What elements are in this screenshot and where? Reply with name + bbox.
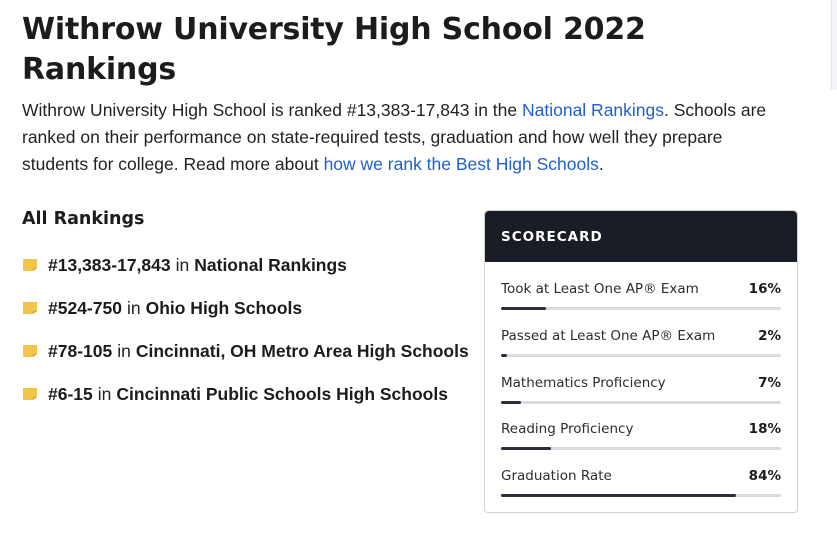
intro-text-1: Withrow University High School is ranked… xyxy=(22,100,522,120)
ribbon-badge-icon xyxy=(23,301,37,314)
metric-value: 2% xyxy=(758,327,781,344)
scorecard-panel: SCORECARD Took at Least One AP® Exam 16% … xyxy=(484,210,798,513)
scorecard-heading: SCORECARD xyxy=(485,211,797,262)
metric-value: 16% xyxy=(748,281,781,297)
metric-row: Graduation Rate 84% xyxy=(501,459,781,506)
ranking-item: #524-750 in Ohio High Schools xyxy=(22,287,482,330)
metric-value: 18% xyxy=(748,421,781,438)
ribbon-badge-icon xyxy=(23,258,37,271)
metric-label: Took at Least One AP® Exam xyxy=(501,281,699,297)
page-title: Withrow University High School 2022 Rank… xyxy=(22,12,646,87)
all-rankings-heading: All Rankings xyxy=(22,209,145,229)
intro-text-3: . xyxy=(598,154,604,174)
metric-bar-fill xyxy=(501,400,521,404)
metric-label: Passed at Least One AP® Exam xyxy=(501,327,716,344)
ranking-connector: in xyxy=(117,341,131,361)
rankings-list: #13,383-17,843 in National Rankings #524-7… xyxy=(22,244,482,416)
national-rankings-link[interactable]: National Rankings xyxy=(522,100,664,120)
ranking-connector: in xyxy=(97,384,112,404)
metric-bar-track xyxy=(501,307,781,310)
ranking-value: #524-750 xyxy=(48,298,122,318)
scorecard-metrics: Took at Least One AP® Exam 16% Passed at … xyxy=(485,262,797,506)
metric-bar-fill xyxy=(501,307,546,310)
metric-bar-fill xyxy=(501,447,552,451)
ranking-connector: in xyxy=(175,255,190,275)
ranking-item: #6-15 in Cincinnati Public Schools High Sc… xyxy=(22,373,482,416)
metric-bar-track xyxy=(501,400,781,404)
metric-value: 84% xyxy=(748,468,781,485)
metric-bar-track xyxy=(501,447,781,451)
metric-bar-fill xyxy=(501,353,507,357)
ranking-item: #13,383-17,843 in National Rankings xyxy=(22,244,482,287)
metric-bar-fill xyxy=(501,494,737,498)
ranking-value: #13,383-17,843 xyxy=(48,255,171,275)
metric-label: Graduation Rate xyxy=(501,468,612,485)
ranking-list-link[interactable]: National Rankings xyxy=(194,255,347,276)
how-we-rank-link[interactable]: how we rank the Best High Schools xyxy=(324,154,599,174)
intro-paragraph: Withrow University High School is ranked… xyxy=(22,97,792,178)
metric-bar-track xyxy=(501,353,781,357)
ranking-list-link[interactable]: Cincinnati Public Schools High Schools xyxy=(116,384,448,405)
metric-label: Reading Proficiency xyxy=(501,421,634,438)
ribbon-badge-icon xyxy=(23,344,37,357)
ribbon-badge-icon xyxy=(23,387,37,400)
metric-label: Mathematics Proficiency xyxy=(501,374,666,391)
metric-row: Mathematics Proficiency 7% xyxy=(501,366,781,413)
metric-value: 7% xyxy=(758,374,781,391)
metric-row: Passed at Least One AP® Exam 2% xyxy=(501,319,781,366)
page-edge-strip xyxy=(831,0,837,90)
metric-bar-track xyxy=(501,494,781,498)
metric-row: Took at Least One AP® Exam 16% xyxy=(501,272,781,319)
ranking-list-link[interactable]: Cincinnati, OH Metro Area High Schools xyxy=(136,341,469,362)
ranking-value: #6-15 xyxy=(48,384,93,404)
ranking-value: #78-105 xyxy=(48,341,113,361)
metric-row: Reading Proficiency 18% xyxy=(501,412,781,459)
ranking-item: #78-105 in Cincinnati, OH Metro Area High … xyxy=(22,330,482,373)
ranking-list-link[interactable]: Ohio High Schools xyxy=(146,298,303,319)
ranking-connector: in xyxy=(126,298,141,318)
